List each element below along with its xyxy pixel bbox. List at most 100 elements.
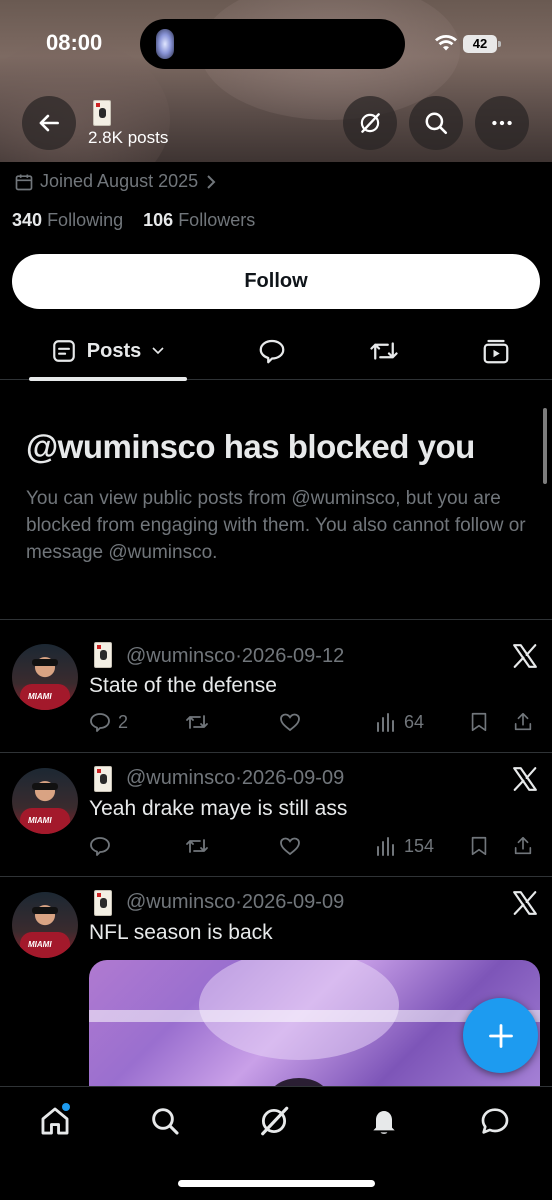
nav-grok[interactable] [256, 1103, 292, 1139]
more-button[interactable] [475, 96, 529, 150]
back-button[interactable] [22, 96, 76, 150]
profile-card-icon [94, 642, 112, 668]
bookmark-icon [471, 836, 487, 856]
views-icon [377, 713, 394, 732]
bookmark-icon [471, 712, 487, 732]
avatar[interactable]: MIAMI [12, 644, 78, 710]
follow-button[interactable]: Follow [12, 254, 540, 309]
grok-icon [261, 1106, 289, 1136]
tab-replies[interactable] [250, 322, 294, 380]
nav-messages[interactable] [477, 1103, 513, 1139]
post-meta[interactable]: @wuminsco·2026-09-12 [126, 645, 344, 668]
header-posts-count: 2.8K posts [88, 128, 169, 147]
more-icon [492, 120, 512, 126]
plus-icon [488, 1023, 513, 1048]
status-time: 08:00 [46, 30, 103, 55]
blocked-title: @wuminsco has blocked you [26, 428, 475, 465]
tab-media[interactable] [474, 322, 518, 380]
repost-button[interactable] [184, 833, 210, 859]
view-count: 64 [404, 711, 425, 732]
follow-stats: 340 Following 106 Followers [12, 210, 255, 231]
home-notification-dot [62, 1103, 70, 1111]
views-button[interactable]: 64 [374, 709, 424, 735]
search-icon [425, 112, 448, 135]
share-button[interactable] [512, 833, 534, 859]
reply-icon [90, 837, 110, 856]
compose-post-button[interactable] [463, 998, 538, 1073]
post-meta[interactable]: @wuminsco·2026-09-09 [126, 891, 344, 914]
dot-separator: · [235, 767, 242, 789]
joined-label: Joined August 2025 [40, 171, 199, 191]
post-item[interactable]: MIAMI @wuminsco·2026-09-12 State of the … [0, 619, 552, 752]
reply-button[interactable] [88, 833, 112, 859]
post-date: 2026-09-12 [241, 645, 345, 667]
share-icon [514, 836, 532, 855]
post-actions: 2 64 [88, 709, 540, 735]
following-link[interactable]: 340 Following [12, 210, 123, 230]
dot-separator: · [235, 645, 242, 667]
like-icon [280, 713, 300, 732]
share-icon [514, 712, 532, 731]
like-icon [280, 837, 300, 856]
like-button[interactable] [278, 709, 302, 735]
followers-label: Followers [178, 210, 256, 230]
active-tab-indicator [29, 377, 187, 381]
reply-button[interactable]: 2 [88, 709, 128, 735]
bookmark-button[interactable] [468, 709, 490, 735]
joined-date[interactable]: Joined August 2025 [14, 171, 218, 192]
profile-tabs: Posts [0, 322, 552, 381]
post-text: Yeah drake maye is still ass [89, 797, 348, 820]
posts-icon [52, 340, 75, 362]
followers-link[interactable]: 106 Followers [143, 210, 255, 230]
post-meta[interactable]: @wuminsco·2026-09-09 [126, 767, 344, 790]
scrollbar[interactable] [543, 408, 547, 484]
home-indicator[interactable] [178, 1180, 375, 1187]
x-logo-icon [513, 644, 537, 668]
followers-count: 106 [143, 210, 174, 230]
view-count: 154 [404, 835, 435, 856]
tab-posts[interactable]: Posts [28, 322, 188, 380]
search-icon [152, 1108, 179, 1135]
avatar[interactable]: MIAMI [12, 768, 78, 834]
dot-separator: · [235, 891, 242, 913]
x-logo-icon [513, 767, 537, 791]
battery-indicator: 42 [463, 35, 497, 53]
repost-icon [186, 715, 208, 729]
profile-card-icon [94, 890, 112, 916]
repost-icon [370, 342, 398, 360]
flashlight-indicator-icon [156, 29, 174, 59]
chevron-right-icon [207, 174, 216, 189]
nav-search[interactable] [147, 1103, 183, 1139]
post-item[interactable]: MIAMI @wuminsco·2026-09-09 Yeah drake ma… [0, 752, 552, 876]
like-button[interactable] [278, 833, 302, 859]
tab-reposts[interactable] [362, 322, 406, 380]
views-button[interactable]: 154 [374, 833, 434, 859]
chevron-down-icon [152, 347, 164, 355]
views-icon [377, 837, 394, 856]
post-text: NFL season is back [89, 921, 273, 944]
grok-button[interactable] [343, 96, 397, 150]
calendar-icon [15, 174, 33, 190]
messages-icon [481, 1108, 509, 1134]
post-handle: @wuminsco [126, 645, 236, 667]
repost-button[interactable] [184, 709, 210, 735]
battery-tip [498, 41, 501, 47]
tab-posts-label: Posts [86, 339, 142, 362]
x-logo-icon [513, 891, 537, 915]
post-handle: @wuminsco [126, 767, 236, 789]
following-label: Following [47, 210, 124, 230]
reply-icon [90, 713, 110, 732]
repost-icon [186, 839, 208, 853]
post-text: State of the defense [89, 674, 277, 697]
media-icon [483, 339, 509, 364]
search-button[interactable] [409, 96, 463, 150]
bookmark-button[interactable] [468, 833, 490, 859]
grok-icon [360, 113, 380, 133]
back-arrow-icon [39, 114, 59, 132]
avatar[interactable]: MIAMI [12, 892, 78, 958]
post-actions: 154 [88, 833, 540, 859]
header-profile-avatar[interactable] [93, 100, 111, 126]
nav-notifications[interactable] [366, 1103, 402, 1139]
following-count: 340 [12, 210, 43, 230]
share-button[interactable] [512, 709, 534, 735]
